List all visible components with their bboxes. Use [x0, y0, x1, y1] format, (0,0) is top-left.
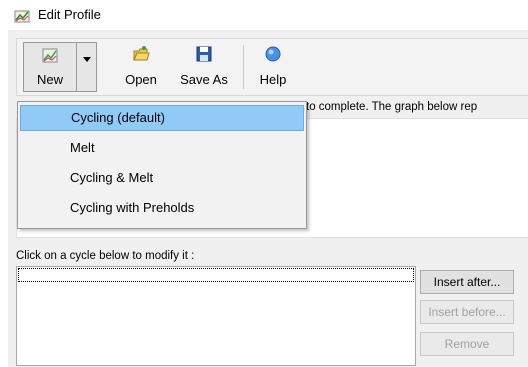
- save-as-button[interactable]: Save As: [173, 39, 235, 95]
- new-dropdown-arrow[interactable]: [77, 43, 96, 91]
- help-globe-icon: [265, 46, 281, 62]
- modify-cycle-label: Click on a cycle below to modify it :: [16, 250, 195, 262]
- remove-button[interactable]: Remove: [420, 332, 514, 356]
- toolbar-separator: [243, 45, 244, 89]
- window-title: Edit Profile: [38, 7, 101, 22]
- menu-item-cycling-preholds[interactable]: Cycling with Preholds: [20, 195, 304, 221]
- new-chart-icon: [42, 48, 58, 63]
- open-folder-icon: [133, 46, 150, 61]
- cycle-list-focus-row[interactable]: [18, 268, 414, 282]
- title-bar: Edit Profile: [0, 0, 528, 30]
- open-button-label: Open: [125, 72, 157, 87]
- help-button-label: Help: [259, 72, 287, 87]
- menu-item-cycling-melt[interactable]: Cycling & Melt: [20, 165, 304, 191]
- chart-window-icon: [14, 10, 30, 23]
- menu-item-cycling-default[interactable]: Cycling (default): [20, 105, 304, 131]
- new-split-button[interactable]: New: [23, 42, 97, 92]
- help-button[interactable]: Help: [253, 39, 293, 95]
- chevron-down-icon: [83, 57, 91, 62]
- floppy-disk-icon: [196, 46, 212, 62]
- new-profile-dropdown-menu: Cycling (default) Melt Cycling & Melt Cy…: [17, 101, 307, 229]
- insert-after-button[interactable]: Insert after...: [420, 270, 514, 294]
- toolbar: New Open Save As Help: [16, 38, 528, 96]
- profile-description: to complete. The graph below rep: [306, 101, 478, 113]
- save-as-button-label: Save As: [180, 72, 228, 87]
- insert-before-button[interactable]: Insert before...: [420, 300, 514, 324]
- open-button[interactable]: Open: [117, 39, 165, 95]
- cycle-list[interactable]: [16, 266, 416, 366]
- new-button-label: New: [36, 72, 63, 87]
- new-button[interactable]: New: [24, 43, 76, 91]
- menu-item-melt[interactable]: Melt: [20, 135, 304, 161]
